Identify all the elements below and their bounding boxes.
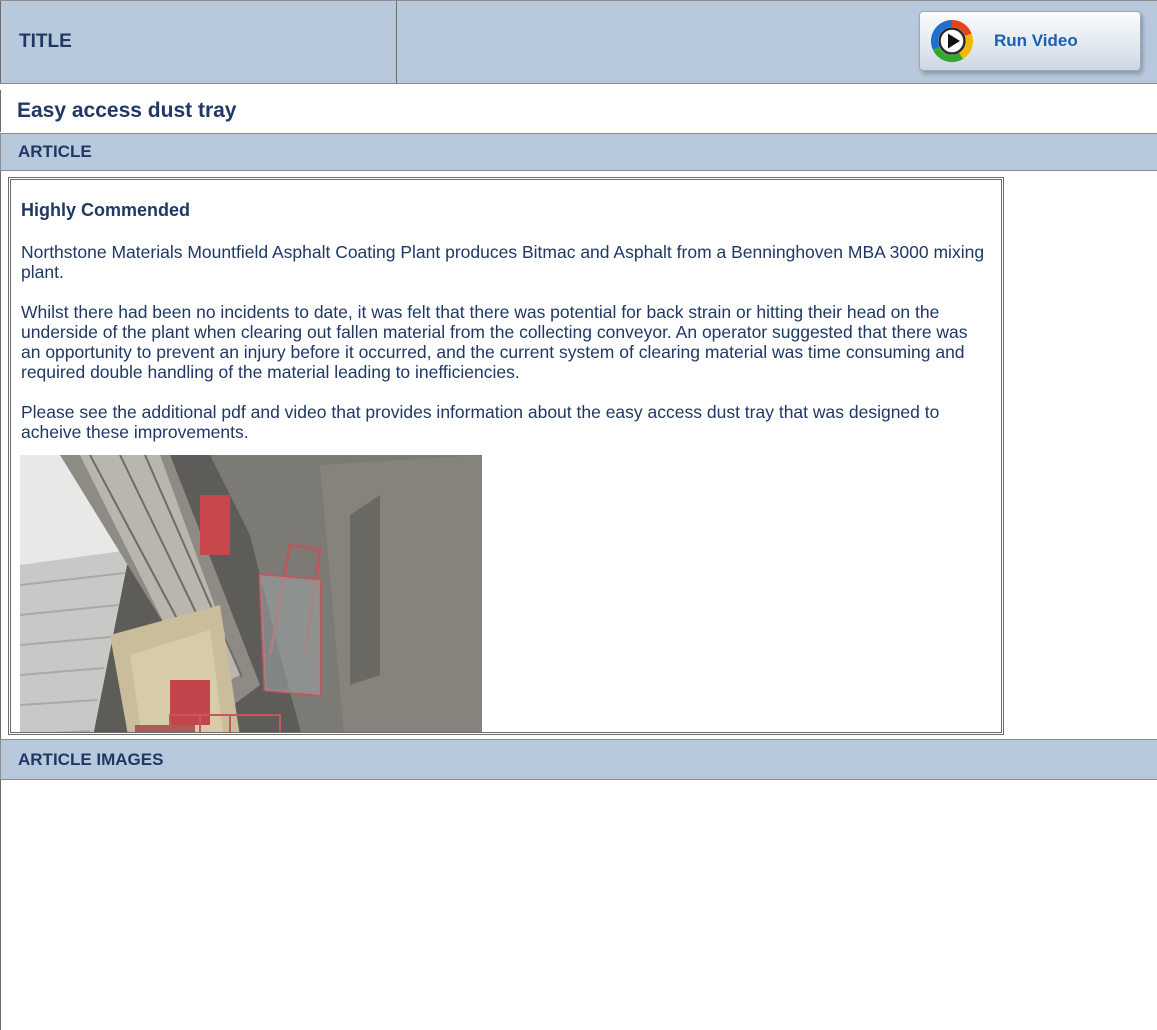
article-paragraph: Northstone Materials Mountfield Asphalt … <box>21 242 985 282</box>
article-page: TITLE Run Video Easy access dust tray AR… <box>0 0 1157 1030</box>
article-images-section-header: ARTICLE IMAGES <box>0 739 1157 780</box>
run-video-button[interactable]: Run Video <box>919 11 1141 71</box>
article-title: Easy access dust tray <box>0 90 1157 132</box>
article-heading: Highly Commended <box>21 200 191 220</box>
article-section-header: ARTICLE <box>0 133 1157 171</box>
article-body-cell: Highly Commended Northstone Materials Mo… <box>0 171 1157 739</box>
run-video-label: Run Video <box>994 31 1078 50</box>
article-frame: Highly Commended Northstone Materials Mo… <box>8 177 1004 735</box>
title-row: TITLE Run Video <box>0 0 1157 84</box>
dust-tray-photo <box>20 455 482 732</box>
title-value-cell: Run Video <box>397 1 1157 83</box>
article-images-cell <box>0 780 1157 1030</box>
article-paragraph: Please see the additional pdf and video … <box>21 402 940 442</box>
media-player-play-icon <box>930 19 974 63</box>
title-label: TITLE <box>0 1 397 83</box>
article-paragraph: Whilst there had been no incidents to da… <box>21 302 968 382</box>
